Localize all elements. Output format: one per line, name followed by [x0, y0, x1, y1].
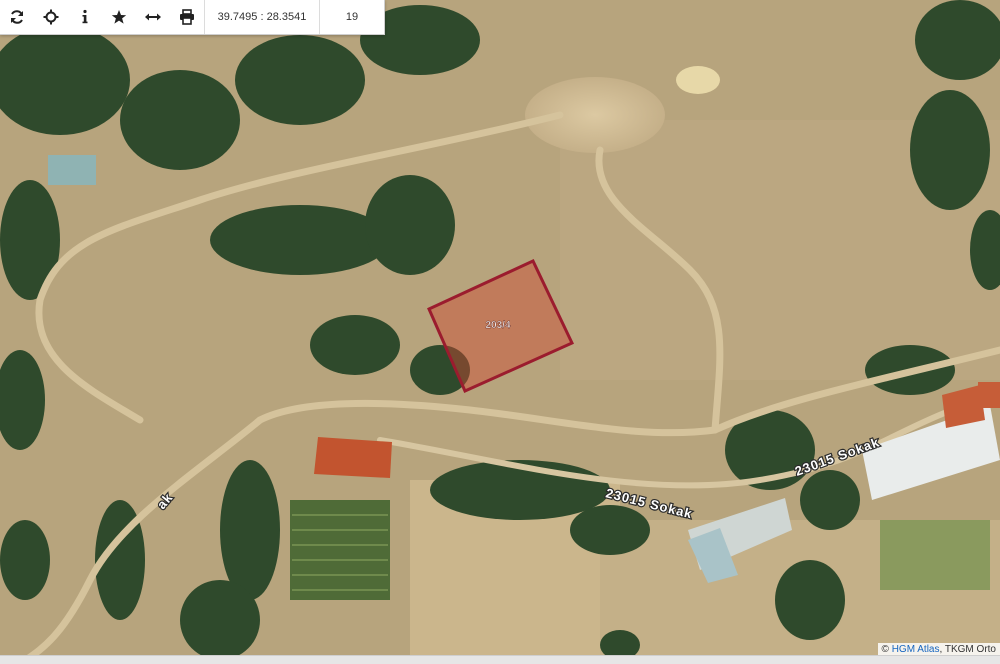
bottom-scrollbar[interactable] — [0, 655, 1000, 664]
attribution-suffix: , TKGM Orto — [939, 644, 997, 655]
info-button[interactable] — [68, 0, 102, 34]
refresh-button[interactable] — [0, 0, 34, 34]
map-canvas[interactable]: 203/4 23015 Sokak 23015 Sokak ak — [0, 0, 1000, 664]
favorite-button[interactable] — [102, 0, 136, 34]
refresh-icon — [11, 10, 23, 24]
zoom-level: 19 — [345, 11, 359, 23]
locate-icon — [43, 9, 59, 25]
coordinate-readout: 39.7495 : 28.3541 — [217, 11, 307, 23]
star-icon — [111, 10, 127, 24]
attribution-prefix: © — [881, 644, 892, 655]
print-button[interactable] — [170, 0, 204, 34]
attribution-link[interactable]: HGM Atlas — [892, 644, 940, 655]
measure-icon — [145, 13, 161, 21]
garden-east — [880, 520, 990, 590]
info-icon — [82, 9, 88, 24]
print-icon — [180, 9, 194, 25]
map-toolbar: 39.7495 : 28.3541 19 — [0, 0, 385, 35]
measure-button[interactable] — [136, 0, 170, 34]
parcel-label: 203/4 — [485, 320, 510, 331]
locate-button[interactable] — [34, 0, 68, 34]
